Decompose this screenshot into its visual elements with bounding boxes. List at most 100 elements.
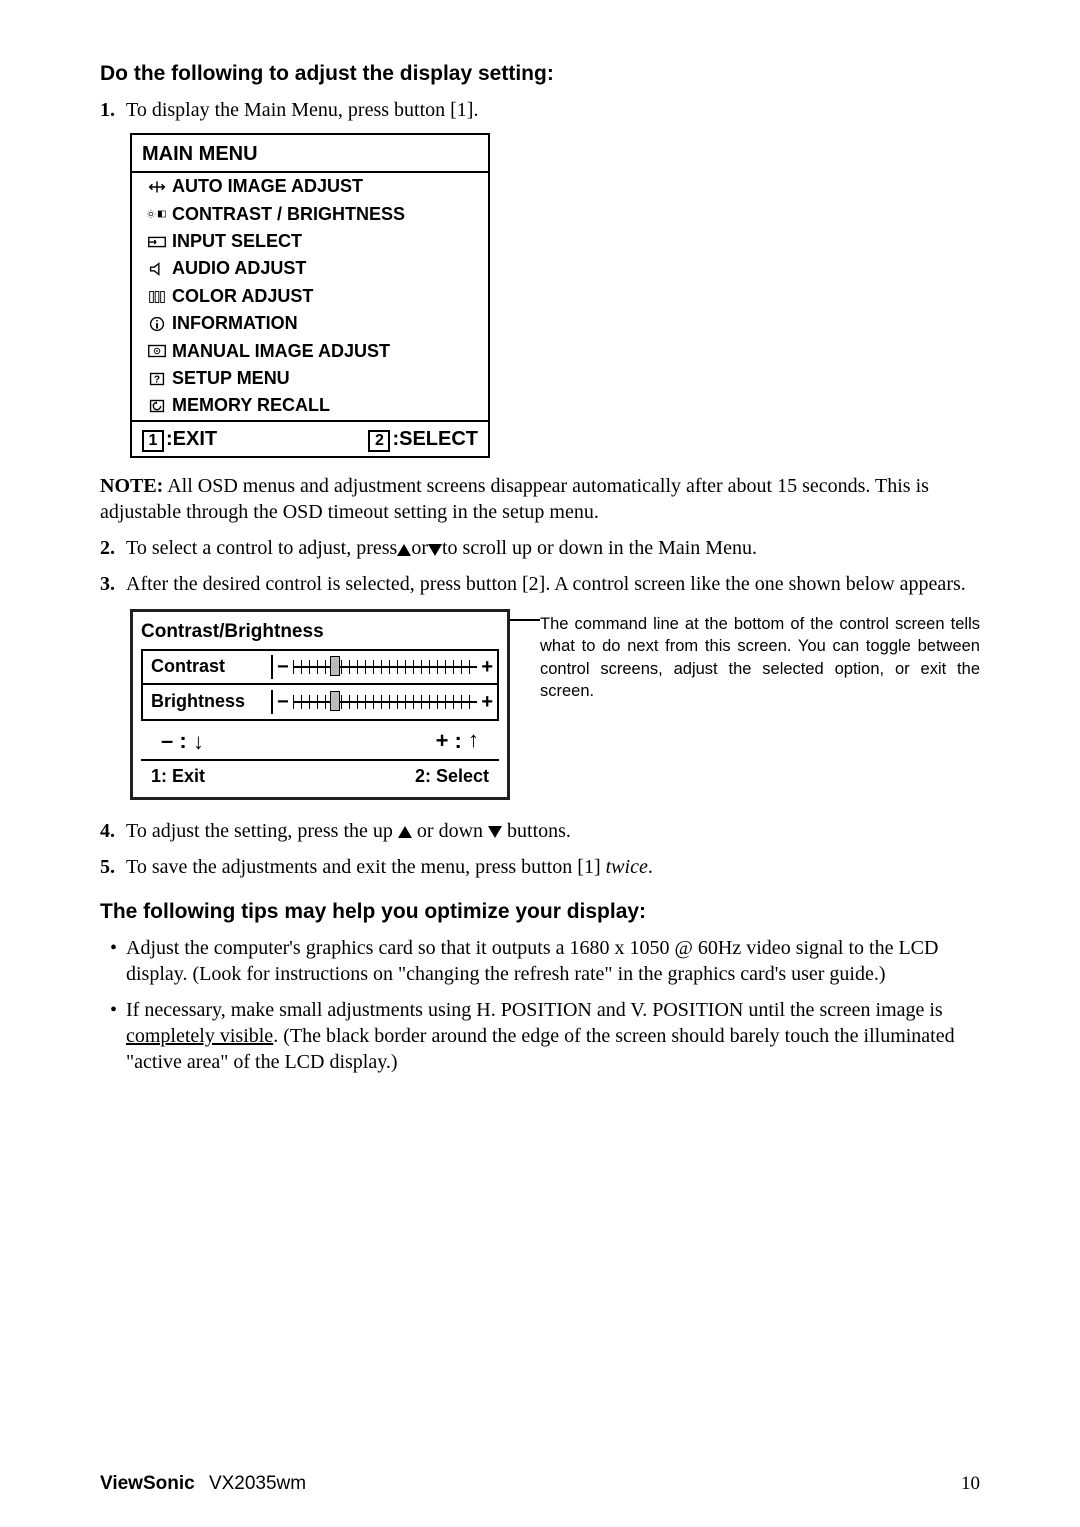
step-text: To display the Main Menu, press button [… [126, 97, 980, 123]
tip-2: • If necessary, make small adjustments u… [100, 997, 980, 1075]
step-number: 4. [100, 818, 126, 844]
increase-hint: + : ↑ [436, 727, 479, 756]
osd-item-label: MANUAL IMAGE ADJUST [172, 340, 390, 363]
tip-text: Adjust the computer's graphics card so t… [126, 935, 980, 987]
step-number: 5. [100, 854, 126, 880]
color-icon [142, 288, 172, 306]
text: to scroll up or down in the Main Menu. [442, 537, 757, 559]
plus-icon: + [481, 689, 493, 715]
osd-item-label: AUTO IMAGE ADJUST [172, 175, 363, 198]
note-body: All OSD menus and adjustment screens dis… [100, 475, 929, 523]
minus-icon: − [277, 689, 289, 715]
slider-thumb [330, 691, 340, 711]
osd-item-manual-image: MANUAL IMAGE ADJUST [132, 338, 488, 365]
step-1: 1. To display the Main Menu, press butto… [100, 97, 980, 123]
footer-brand: ViewSonic [100, 1473, 195, 1494]
info-icon [142, 315, 172, 333]
contrast-brightness-panel: Contrast/Brightness Contrast − + Brightn… [130, 609, 510, 800]
text-italic: twice [606, 856, 648, 878]
step-number: 3. [100, 571, 126, 597]
step-2: 2. To select a control to adjust, press o… [100, 535, 980, 561]
step-number: 1. [100, 97, 126, 123]
callout-body: The command line at the bottom of the co… [540, 615, 980, 700]
heading-tips: The following tips may help you optimize… [100, 898, 980, 925]
osd-item-label: INPUT SELECT [172, 230, 302, 253]
step-number: 2. [100, 535, 126, 561]
osd-item-memory-recall: MEMORY RECALL [132, 392, 488, 419]
text: To adjust the setting, press the up [126, 820, 398, 842]
contrast-slider: − + [273, 654, 497, 680]
osd-item-label: MEMORY RECALL [172, 394, 330, 417]
tip-text: If necessary, make small adjustments usi… [126, 997, 980, 1075]
osd-item-audio-adjust: AUDIO ADJUST [132, 255, 488, 282]
text: To select a control to adjust, press [126, 537, 397, 559]
osd-exit-label: :EXIT [166, 428, 217, 450]
step-text: To adjust the setting, press the up or d… [126, 818, 980, 844]
text: or down [412, 820, 488, 842]
osd-title: MAIN MENU [132, 135, 488, 171]
triangle-up-icon [398, 826, 412, 838]
text: To save the adjustments and exit the men… [126, 856, 606, 878]
plus-icon: + [481, 654, 493, 680]
osd-exit: 1:EXIT [142, 426, 217, 452]
cb-controls: – : ↓ + : ↑ [141, 721, 499, 756]
osd-item-label: CONTRAST / BRIGHTNESS [172, 203, 405, 226]
audio-icon [142, 260, 172, 278]
key-2-icon: 2 [368, 430, 390, 452]
slider-thumb [330, 656, 340, 676]
bullet: • [110, 997, 126, 1075]
sun-contrast-icon [142, 205, 172, 223]
text: . [648, 856, 653, 878]
osd-item-information: INFORMATION [132, 310, 488, 337]
cb-select: 2: Select [415, 765, 489, 788]
osd-footer: 1:EXIT 2:SELECT [132, 420, 488, 456]
recall-icon [142, 397, 172, 415]
decrease-hint: – : ↓ [161, 727, 204, 756]
cb-inner: Contrast − + Brightness − + [141, 649, 499, 721]
osd-item-setup-menu: ? SETUP MENU [132, 365, 488, 392]
heading-adjust: Do the following to adjust the display s… [100, 60, 980, 87]
brightness-row: Brightness − + [143, 685, 497, 719]
step-5: 5. To save the adjustments and exit the … [100, 854, 980, 880]
text: or [411, 537, 428, 559]
cb-exit: 1: Exit [151, 765, 205, 788]
page-number: 10 [961, 1472, 980, 1497]
triangle-up-icon [397, 544, 411, 556]
osd-item-label: SETUP MENU [172, 367, 290, 390]
footer-model: VX2035wm [209, 1473, 306, 1494]
minus-icon: − [277, 654, 289, 680]
step-3: 3. After the desired control is selected… [100, 571, 980, 597]
cb-footer: 1: Exit 2: Select [141, 761, 499, 788]
text: + : [436, 728, 462, 753]
triangle-down-icon [428, 544, 442, 556]
slider-track [293, 695, 478, 709]
osd-item-contrast-brightness: CONTRAST / BRIGHTNESS [132, 201, 488, 228]
osd-item-label: INFORMATION [172, 312, 298, 335]
osd-item-color-adjust: COLOR ADJUST [132, 283, 488, 310]
setup-icon: ? [142, 370, 172, 388]
osd-select-label: :SELECT [392, 428, 478, 450]
arrow-up-icon: ↑ [468, 726, 479, 755]
step-4: 4. To adjust the setting, press the up o… [100, 818, 980, 844]
page-footer: ViewSonic VX2035wm 10 [100, 1472, 980, 1497]
text: If necessary, make small adjustments usi… [126, 999, 943, 1021]
arrow-down-icon: ↓ [193, 728, 204, 757]
svg-text:?: ? [154, 374, 160, 385]
osd-item-input-select: INPUT SELECT [132, 228, 488, 255]
cb-heading: Contrast/Brightness [141, 620, 499, 645]
step-text: To save the adjustments and exit the men… [126, 854, 980, 880]
contrast-label: Contrast [143, 655, 273, 678]
triangle-down-icon [488, 826, 502, 838]
main-menu-osd: MAIN MENU AUTO IMAGE ADJUST CONTRAST / B… [130, 133, 490, 458]
step-text: To select a control to adjust, press orto… [126, 535, 980, 561]
manual-image-icon [142, 342, 172, 360]
text-underline: completely visible [126, 1025, 273, 1047]
callout-text: The command line at the bottom of the co… [540, 609, 980, 702]
callout-leader-line [510, 619, 540, 621]
note-paragraph: NOTE: All OSD menus and adjustment scree… [100, 473, 980, 525]
text: buttons. [502, 820, 571, 842]
text: – : [161, 728, 187, 753]
brightness-slider: − + [273, 689, 497, 715]
auto-image-icon [142, 178, 172, 196]
bullet: • [110, 935, 126, 987]
